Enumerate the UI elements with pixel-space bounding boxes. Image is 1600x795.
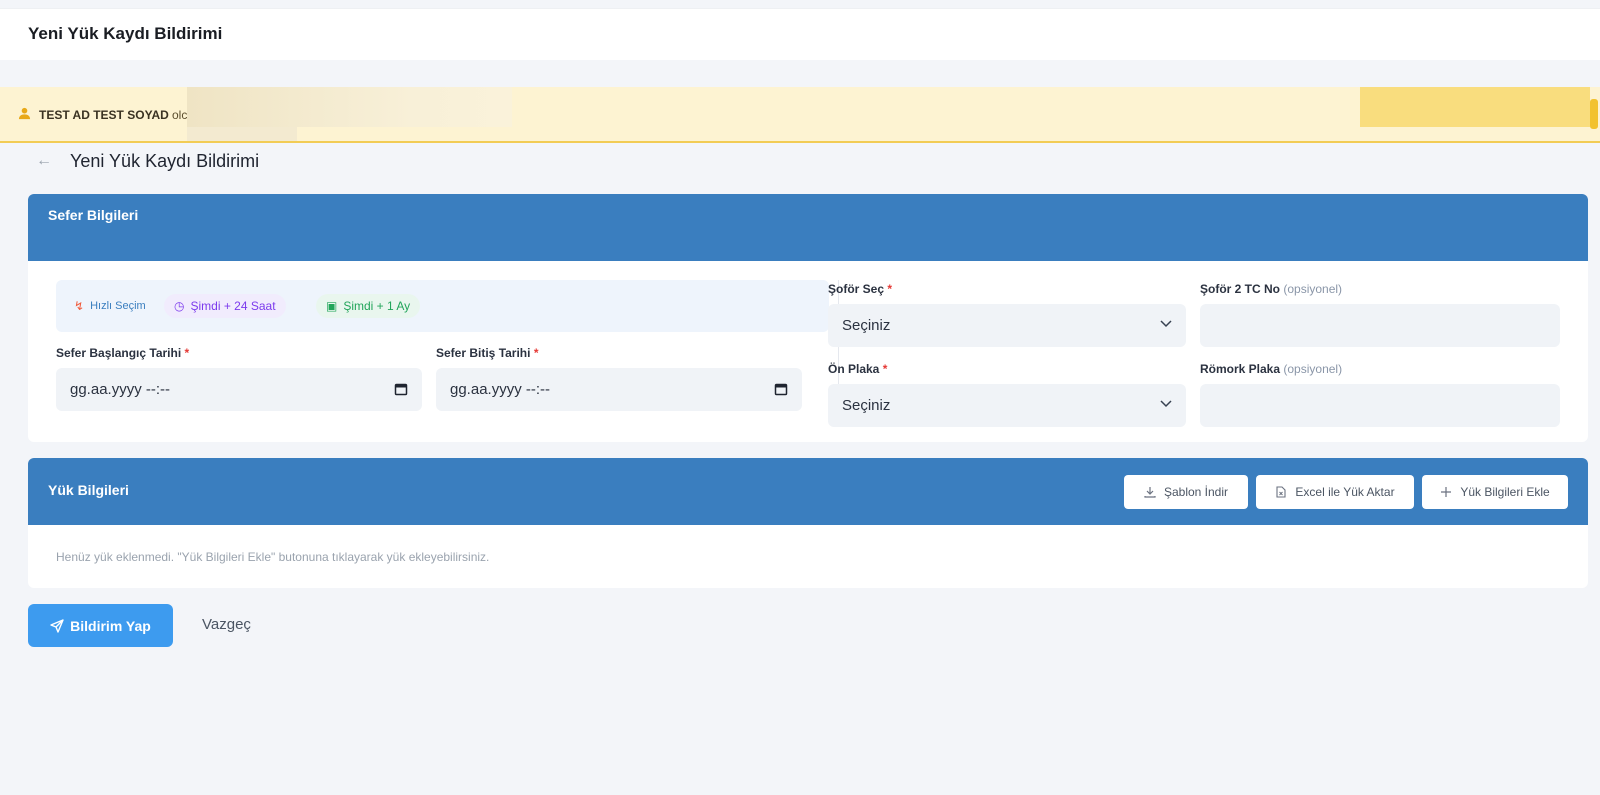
calendar-icon[interactable] <box>774 382 788 396</box>
chevron-down-icon <box>1160 320 1172 328</box>
front-plate-label: Ön Plaka * <box>828 362 887 376</box>
load-info-title: Yük Bilgileri <box>48 482 129 498</box>
trailer-plate-input[interactable] <box>1200 384 1560 427</box>
optional-mark: (opsiyonel) <box>1283 282 1343 296</box>
cancel-button[interactable]: Vazgeç <box>202 616 251 633</box>
page-header: ← Yeni Yük Kaydı Bildirimi <box>36 149 259 173</box>
required-mark: * <box>882 362 888 376</box>
load-info-card: Yük Bilgileri Şablon İndir Excel ile Yük… <box>28 458 1588 588</box>
redacted-area <box>187 127 297 141</box>
download-template-label: Şablon İndir <box>1163 485 1229 499</box>
required-mark: * <box>887 282 893 296</box>
banner-action-edge[interactable] <box>1590 99 1598 129</box>
lightning-icon: ↯ <box>74 299 85 313</box>
front-plate-label-text: Ön Plaka <box>828 362 880 376</box>
now-plus-24h-button[interactable]: ◷ Şimdi + 24 Saat <box>164 294 286 318</box>
chevron-down-icon <box>1160 400 1172 408</box>
redacted-action-area <box>1360 87 1590 127</box>
download-icon <box>1144 487 1156 498</box>
start-date-label: Sefer Başlangıç Tarihi * <box>56 346 189 360</box>
redacted-area <box>187 87 512 127</box>
now-plus-24h-label: Şimdi + 24 Saat <box>190 299 276 313</box>
now-plus-1-month-label: Şimdi + 1 Ay <box>343 299 411 313</box>
driver2-label: Şoför 2 TC No (opsiyonel) <box>1200 282 1342 296</box>
clock-icon: ◷ <box>174 299 185 313</box>
top-bar-title: Yeni Yük Kaydı Bildirimi <box>28 24 223 43</box>
top-bar: Yeni Yük Kaydı Bildirimi <box>0 8 1600 60</box>
end-date-placeholder: gg.aa.yyyy --:-- <box>450 381 551 398</box>
front-plate-select[interactable]: Seçiniz <box>828 384 1186 427</box>
excel-file-icon <box>1276 486 1286 498</box>
front-plate-select-value: Seçiniz <box>842 397 891 414</box>
trailer-plate-label-text: Römork Plaka <box>1200 362 1281 376</box>
quick-select-label: ↯ Hızlı Seçim <box>64 294 156 318</box>
plus-icon <box>1441 487 1452 497</box>
optional-mark: (opsiyonel) <box>1283 362 1343 376</box>
excel-import-label: Excel ile Yük Aktar <box>1295 485 1395 499</box>
user-icon <box>18 107 31 120</box>
end-date-label: Sefer Bitiş Tarihi * <box>436 346 539 360</box>
trip-info-card: Sefer Bilgileri ↯ Hızlı Seçim ◷ Şimdi + … <box>28 194 1588 442</box>
required-mark: * <box>533 346 539 360</box>
excel-import-button[interactable]: Excel ile Yük Aktar <box>1256 475 1414 509</box>
empty-load-message: Henüz yük eklenmedi. "Yük Bilgileri Ekle… <box>56 550 490 564</box>
start-date-label-text: Sefer Başlangıç Tarihi <box>56 346 182 360</box>
add-load-button[interactable]: Yük Bilgileri Ekle <box>1422 475 1568 509</box>
end-date-label-text: Sefer Bitiş Tarihi <box>436 346 531 360</box>
add-load-label: Yük Bilgileri Ekle <box>1460 485 1550 499</box>
download-template-button[interactable]: Şablon İndir <box>1124 475 1248 509</box>
end-date-input[interactable]: gg.aa.yyyy --:-- <box>436 368 802 411</box>
calendar-icon[interactable] <box>394 382 408 396</box>
back-arrow-icon[interactable]: ← <box>36 153 54 169</box>
send-icon <box>50 618 64 633</box>
banner-user-name: TEST AD TEST SOYAD <box>39 108 169 122</box>
driver2-label-text: Şoför 2 TC No <box>1200 282 1280 296</box>
required-mark: * <box>184 346 190 360</box>
driver-label: Şoför Seç * <box>828 282 892 296</box>
quick-select-text: Hızlı Seçim <box>90 300 146 312</box>
trailer-plate-label: Römork Plaka (opsiyonel) <box>1200 362 1342 376</box>
trip-info-header: Sefer Bilgileri <box>28 194 1588 261</box>
driver-select[interactable]: Seçiniz <box>828 304 1186 347</box>
driver2-tc-input[interactable] <box>1200 304 1560 347</box>
load-info-header: Yük Bilgileri Şablon İndir Excel ile Yük… <box>28 458 1588 525</box>
quick-select-bar: ↯ Hızlı Seçim ◷ Şimdi + 24 Saat ▣ Şimdi … <box>56 280 829 332</box>
banner-text: olc <box>172 108 188 122</box>
page-title: Yeni Yük Kaydı Bildirimi <box>70 150 260 171</box>
now-plus-1-month-button[interactable]: ▣ Şimdi + 1 Ay <box>316 294 421 318</box>
submit-notification-button[interactable]: Bildirim Yap <box>28 604 173 647</box>
start-date-placeholder: gg.aa.yyyy --:-- <box>70 381 171 398</box>
submit-label: Bildirim Yap <box>70 617 151 634</box>
trip-info-title: Sefer Bilgileri <box>48 207 139 223</box>
calendar-icon: ▣ <box>326 299 338 313</box>
start-date-input[interactable]: gg.aa.yyyy --:-- <box>56 368 422 411</box>
driver-label-text: Şoför Seç <box>828 282 885 296</box>
driver-select-value: Seçiniz <box>842 317 891 334</box>
impersonation-banner: TEST AD TEST SOYAD olc <box>0 87 1600 143</box>
